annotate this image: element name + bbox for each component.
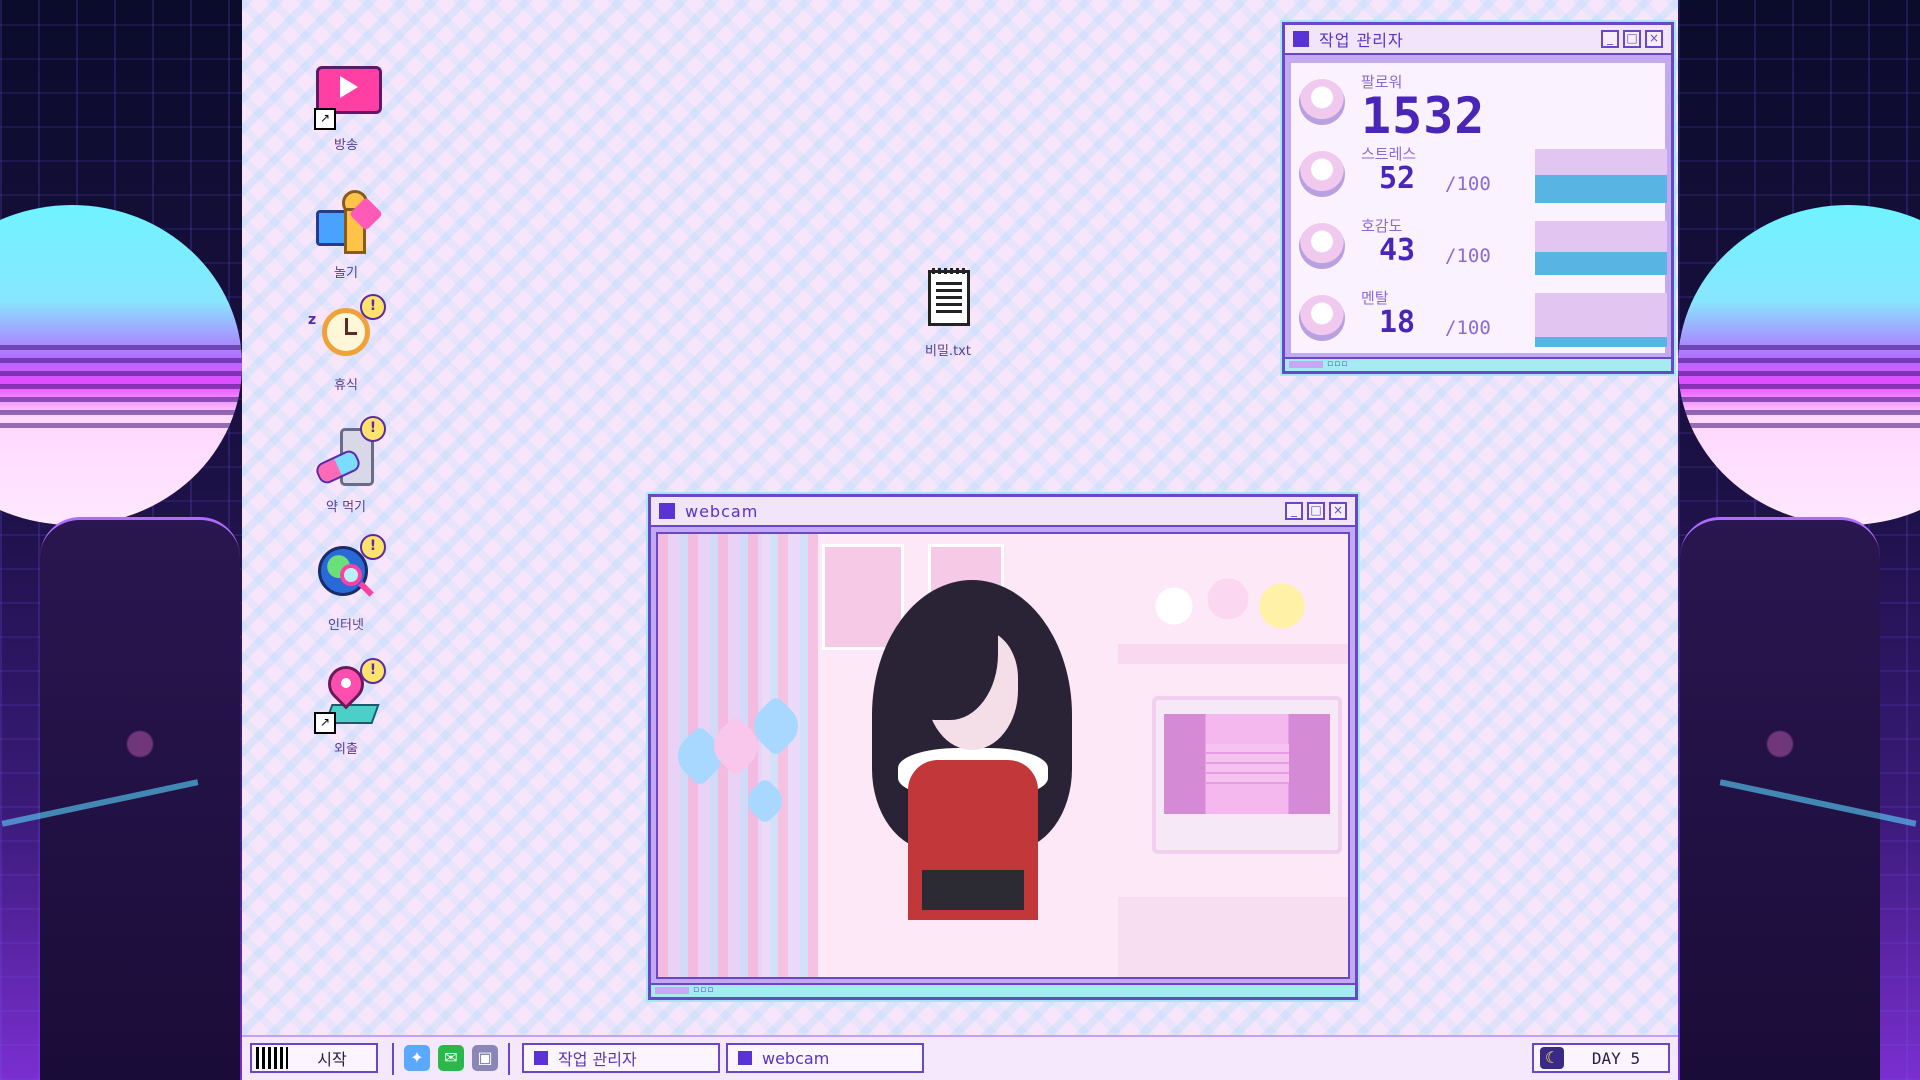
twitter-icon[interactable]: ✦	[404, 1045, 430, 1071]
desktop-icon-rest[interactable]: z ! 휴식	[296, 294, 396, 393]
alarm-clock-icon: z !	[308, 294, 386, 366]
pills-icon: !	[313, 416, 386, 488]
window-app-icon	[659, 503, 675, 519]
map-pin-icon: ↗ !	[314, 658, 386, 734]
webcam-feed	[656, 532, 1350, 979]
desk-art	[1118, 897, 1348, 977]
taskbar-divider	[392, 1043, 394, 1075]
close-button[interactable]: ×	[1329, 502, 1347, 520]
desktop-icon-label: 외출	[334, 742, 358, 757]
task-manager-title: 작업 관리자	[1319, 31, 1404, 50]
desktop-icon-label: 휴식	[334, 378, 358, 393]
taskbar-task-label: webcam	[762, 1048, 830, 1068]
desktop-icon-label: 인터넷	[328, 618, 364, 633]
mental-bar	[1535, 293, 1667, 347]
maximize-button[interactable]: □	[1307, 502, 1325, 520]
maximize-button[interactable]: □	[1623, 30, 1641, 48]
shortcut-arrow-icon: ↗	[314, 108, 336, 130]
cable-machine-art	[40, 517, 240, 1080]
followers-value: 1532	[1361, 87, 1486, 145]
minimize-button[interactable]: _	[1601, 30, 1619, 48]
start-logo-icon	[256, 1047, 288, 1069]
desktop-file-label: 비밀.txt	[925, 344, 971, 359]
desktop-icon-label: 방송	[334, 138, 358, 153]
plush-toys-art	[1138, 564, 1318, 634]
webcam-title: webcam	[685, 501, 759, 521]
desktop-icon-label: 약 먹기	[325, 500, 366, 515]
alert-badge-icon: !	[360, 416, 386, 442]
desktop-icon-label: 놀기	[334, 266, 358, 281]
taskbar-task-task-manager[interactable]: 작업 관리자	[522, 1043, 720, 1073]
mental-max: /100	[1445, 317, 1491, 339]
webcam-titlebar[interactable]: webcam _ □ ×	[651, 497, 1355, 527]
desktop-icon-play[interactable]: 놀기	[296, 190, 396, 281]
desktop-icon-go-out[interactable]: ↗ ! 외출	[296, 658, 396, 757]
computer-icon[interactable]: ▣	[472, 1045, 498, 1071]
alert-badge-icon: !	[360, 658, 386, 684]
avatar-affection-icon	[1299, 223, 1345, 269]
affection-value: 43	[1379, 233, 1416, 268]
webcam-window[interactable]: webcam _ □ × ▫▫▫	[648, 494, 1358, 1000]
desktop-icon-internet[interactable]: ! 인터넷	[296, 534, 396, 633]
followers-stat: 팔로워 1532	[1299, 69, 1673, 145]
stress-bar	[1535, 149, 1667, 203]
cable-machine-art	[1680, 517, 1880, 1080]
puzzle-game-icon	[314, 190, 383, 254]
webcam-statusbar: ▫▫▫	[651, 983, 1355, 997]
left-side-art	[0, 0, 242, 1080]
close-button[interactable]: ×	[1645, 30, 1663, 48]
right-side-art	[1678, 0, 1920, 1080]
minimize-button[interactable]: _	[1285, 502, 1303, 520]
mental-stat: 멘탈 18 /100	[1299, 285, 1673, 349]
taskbar-task-label: 작업 관리자	[558, 1050, 637, 1069]
task-manager-statusbar: ▫▫▫	[1285, 357, 1671, 371]
alert-badge-icon: !	[360, 534, 386, 560]
affection-bar-fill	[1535, 251, 1667, 275]
mental-value: 18	[1379, 305, 1416, 340]
moon-icon: ☾	[1540, 1047, 1564, 1069]
window-app-icon	[738, 1051, 752, 1065]
desktop-icon-stream[interactable]: ↗ 방송	[296, 62, 396, 153]
shortcut-arrow-icon: ↗	[314, 712, 336, 734]
affection-max: /100	[1445, 245, 1491, 267]
affection-stat: 호감도 43 /100	[1299, 213, 1673, 277]
desktop: ↗ 방송 놀기 z ! 휴식 ! 약 먹기 ! 인터넷 ↗ ! 외출 비밀.tx…	[242, 0, 1678, 1035]
day-indicator: ☾ DAY 5	[1532, 1043, 1670, 1073]
avatar-followers-icon	[1299, 79, 1345, 125]
desktop-icon-medicine[interactable]: ! 약 먹기	[296, 416, 396, 515]
task-manager-body: 팔로워 1532 스트레스 52 /100 호감도 43 /100 멘탈 18	[1291, 63, 1667, 353]
stress-bar-fill	[1535, 174, 1667, 203]
mental-bar-fill	[1535, 337, 1667, 347]
stress-value: 52	[1379, 161, 1416, 196]
room-monitor-art	[1152, 696, 1342, 854]
window-app-icon	[534, 1051, 548, 1065]
shelf-art	[1118, 644, 1348, 664]
stress-stat: 스트레스 52 /100	[1299, 141, 1673, 205]
affection-bar	[1535, 221, 1667, 275]
character-art	[858, 580, 1088, 920]
globe-search-icon: !	[314, 534, 386, 606]
stress-max: /100	[1445, 173, 1491, 195]
desktop-file-secret[interactable]: 비밀.txt	[898, 268, 998, 359]
task-manager-window[interactable]: 작업 관리자 _ □ × 팔로워 1532 스트레스 52 /100 호감도 4…	[1282, 22, 1674, 374]
taskbar-task-webcam[interactable]: webcam	[726, 1043, 924, 1073]
taskbar: 시작 ✦ ✉ ▣ 작업 관리자 webcam ☾ DAY 5	[242, 1035, 1678, 1080]
avatar-stress-icon	[1299, 151, 1345, 197]
alert-badge-icon: !	[360, 294, 386, 320]
start-button[interactable]: 시작	[250, 1043, 378, 1073]
start-label: 시작	[317, 1050, 347, 1069]
task-manager-titlebar[interactable]: 작업 관리자 _ □ ×	[1285, 25, 1671, 55]
day-label: DAY 5	[1591, 1048, 1641, 1068]
stream-play-icon: ↗	[314, 62, 382, 130]
chat-icon[interactable]: ✉	[438, 1045, 464, 1071]
window-app-icon	[1293, 31, 1309, 47]
taskbar-divider	[508, 1043, 510, 1075]
text-file-icon	[916, 268, 980, 332]
avatar-mental-icon	[1299, 295, 1345, 341]
